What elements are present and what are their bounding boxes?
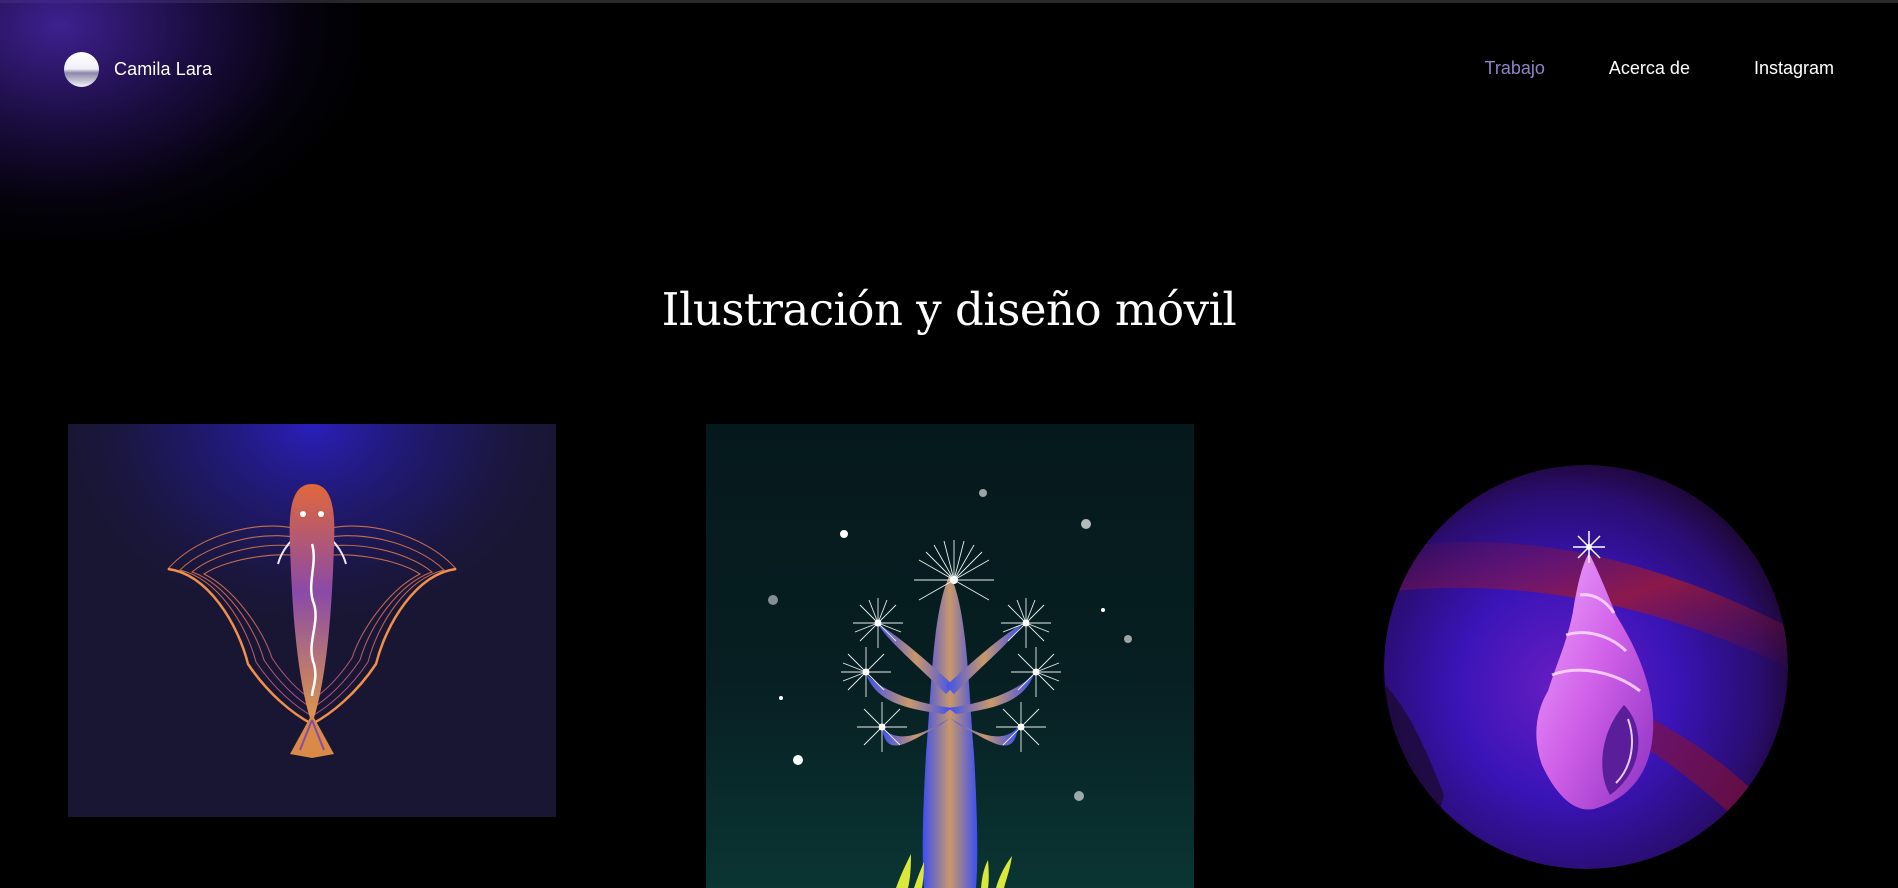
nav-link-trabajo[interactable]: Trabajo <box>1485 58 1545 79</box>
page-title: Ilustración y diseño móvil <box>661 283 1237 336</box>
dandelion-tree-illustration <box>768 489 1132 888</box>
page: Camila Lara Trabajo Acerca de Instagram … <box>0 0 1898 888</box>
site-header: Camila Lara Trabajo Acerca de Instagram <box>0 0 1898 140</box>
gallery-item-dandelion-tree[interactable] <box>706 424 1194 888</box>
moon-logo-icon <box>64 52 99 87</box>
main-nav: Trabajo Acerca de Instagram <box>1485 58 1834 79</box>
seashell-illustration <box>1384 465 1788 869</box>
flying-fish-illustration <box>68 424 556 817</box>
gallery-item-flying-fish[interactable] <box>68 424 556 817</box>
nav-link-acerca-de[interactable]: Acerca de <box>1609 58 1690 79</box>
nav-link-instagram[interactable]: Instagram <box>1754 58 1834 79</box>
brand-link[interactable]: Camila Lara <box>64 52 212 87</box>
brand-name: Camila Lara <box>114 59 213 79</box>
gallery-item-seashell[interactable] <box>1384 465 1788 869</box>
